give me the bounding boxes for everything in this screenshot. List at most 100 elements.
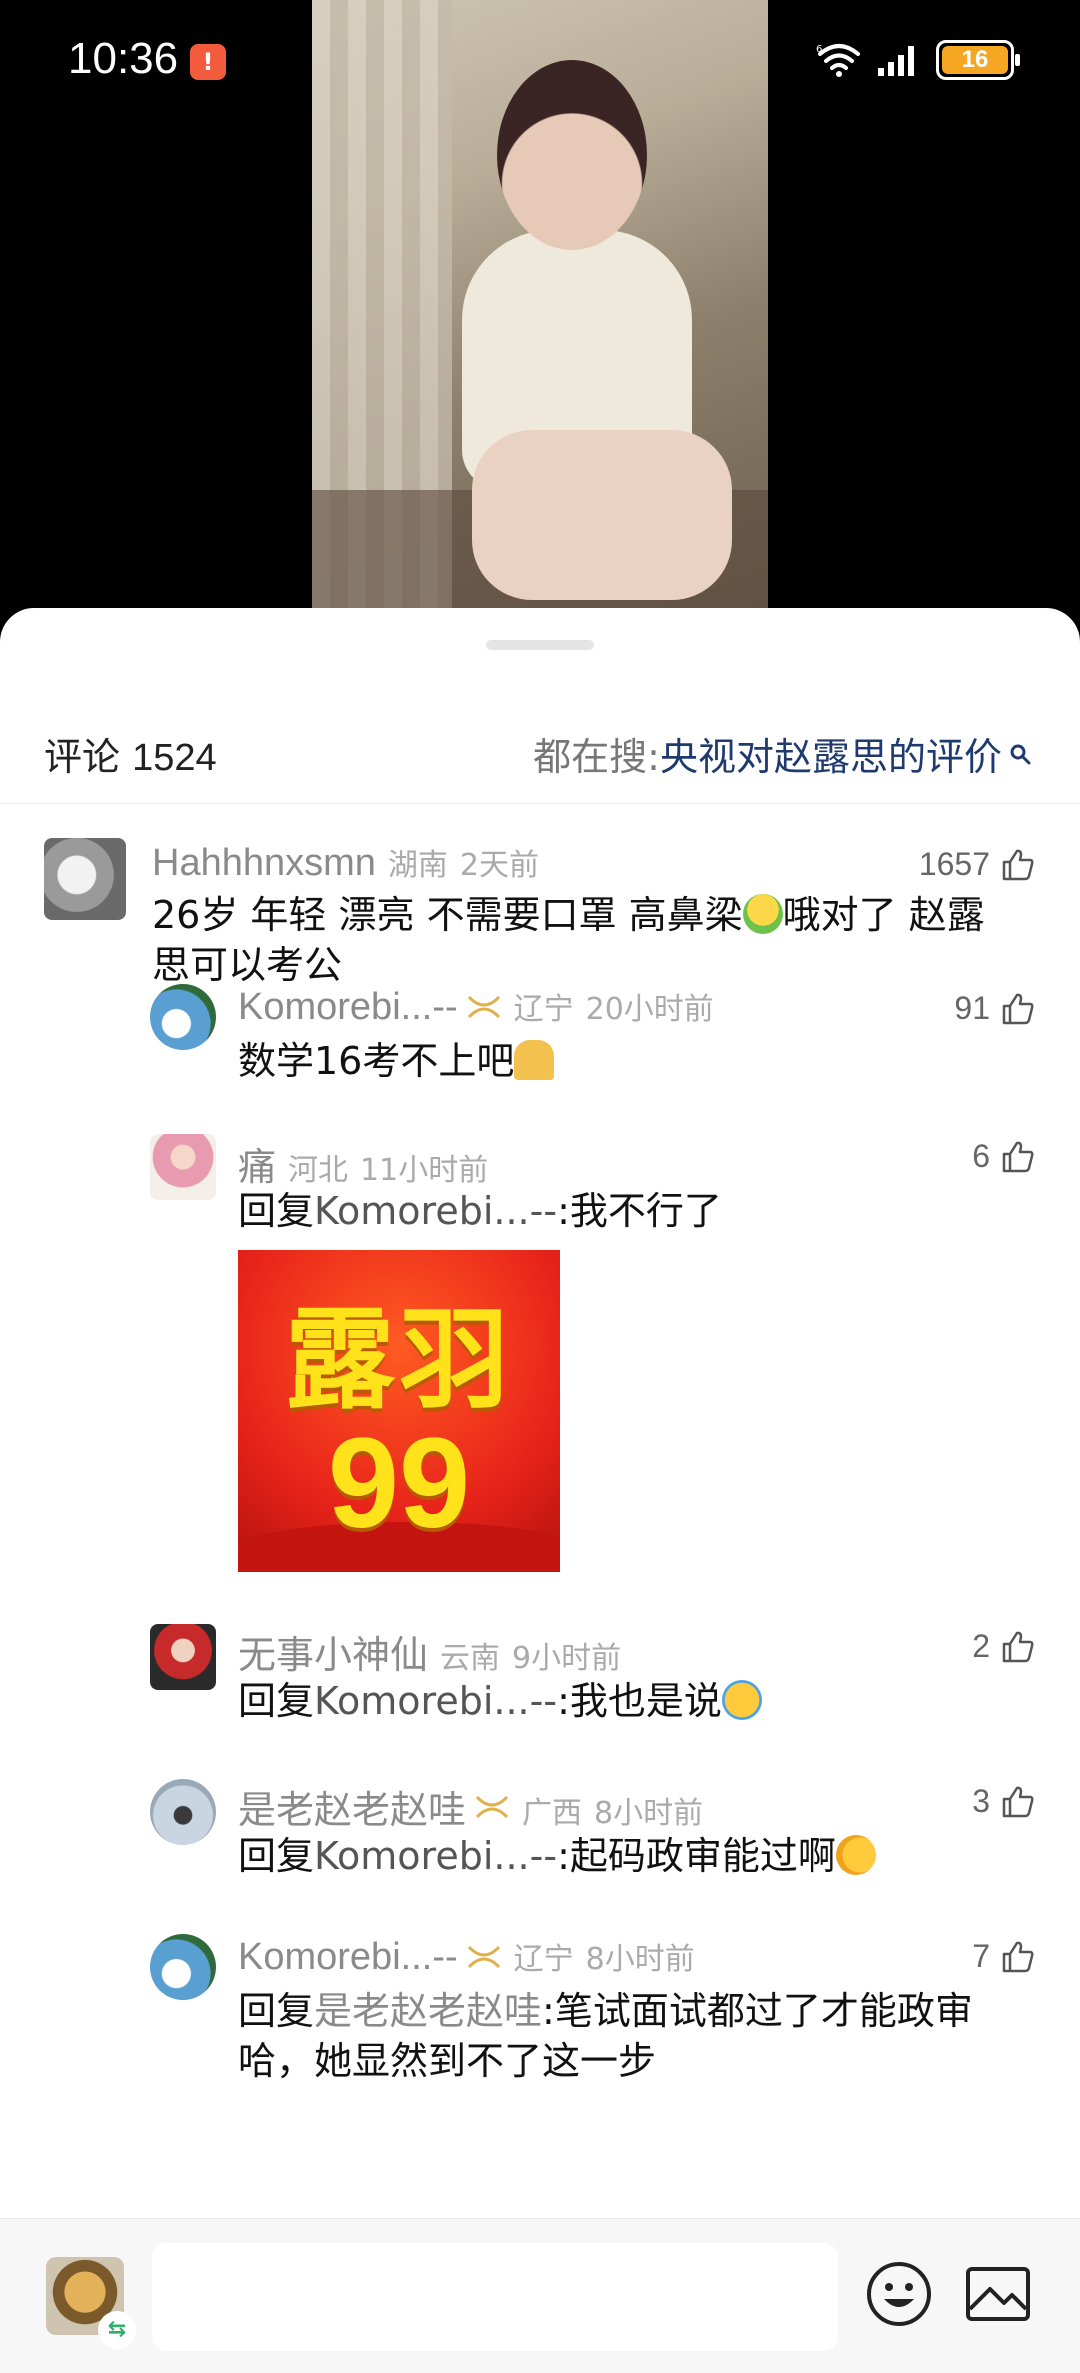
reply-target[interactable]: Komorebi...-- (314, 1834, 557, 1878)
comment-text-part: 26岁 年轻 漂亮 不需要口罩 高鼻梁 (152, 893, 743, 937)
drag-handle[interactable] (486, 640, 594, 650)
salute-emoji-icon (835, 1835, 876, 1875)
comment-count: 评论 1524 (44, 726, 217, 781)
username[interactable]: Hahhhnxsmn (152, 842, 376, 885)
reply-target[interactable]: Komorebi...-- (314, 1189, 557, 1233)
figure-legs (472, 430, 732, 600)
comment-text: 回复Komorebi...--:起码政审能过啊 (238, 1831, 876, 1881)
signal-icon (878, 46, 914, 76)
thumbs-up-icon (1002, 1631, 1034, 1662)
vip-badge-icon (467, 1945, 500, 1968)
reply-target[interactable]: Komorebi...-- (314, 1679, 557, 1723)
username[interactable]: 痛 (238, 1136, 276, 1191)
comment-text: 回复Komorebi...--:我也是说 (238, 1676, 762, 1726)
avatar[interactable] (44, 838, 126, 920)
image-icon[interactable] (962, 2259, 1034, 2329)
location: 云南 (440, 1641, 501, 1676)
comment-text-part: 哦对了 赵露 (782, 893, 985, 937)
comment-meta: 无事小神仙 云南 9小时前 (238, 1624, 621, 1679)
svg-text:6: 6 (816, 44, 822, 55)
comment-text-part: 哈，她显然到不了这一步 (238, 2039, 657, 2083)
comments-title: 评论 (44, 735, 121, 779)
pray-emoji-icon (514, 1040, 555, 1080)
timestamp: 9小时前 (512, 1641, 622, 1676)
reply-item: 痛 河北 11小时前 6 回复Komorebi...--:我不行了 露羽 99 (0, 1128, 1080, 1572)
comment-sheet: 评论 1524 都在搜: 央视对赵露思的评价 Hahhhnxsmn 湖南 2天前… (0, 608, 1080, 2373)
sticker-text-top: 露羽 (285, 1296, 513, 1424)
comment-input-bar: ⇆ (0, 2218, 1080, 2373)
switch-account-icon[interactable]: ⇆ (98, 2311, 136, 2349)
status-bar: 10:36 ! 6 16 (0, 30, 1080, 96)
comment-meta: Hahhhnxsmn 湖南 2天前 (152, 840, 539, 885)
thumbs-up-icon (1002, 1786, 1034, 1817)
comment-meta: Komorebi...-- 辽宁 8小时前 (238, 1934, 695, 1979)
comment-text: 回复是老赵老赵哇:笔试面试都过了才能政审 哈，她显然到不了这一步 (238, 1986, 1038, 2086)
status-icons: 6 16 (816, 40, 1020, 80)
comment-text-part: 数学16考不上吧 (238, 1039, 515, 1083)
username[interactable]: 无事小神仙 (238, 1624, 428, 1679)
location: 广西 (522, 1796, 583, 1831)
reply-prefix: 回复 (238, 1679, 315, 1723)
location: 辽宁 (513, 992, 574, 1027)
timestamp: 20小时前 (585, 992, 714, 1027)
status-time: 10:36 (68, 34, 179, 83)
like-count: 91 (954, 990, 990, 1026)
video-player[interactable] (0, 0, 1080, 640)
like-button[interactable]: 2 (972, 1628, 1036, 1665)
comment-text-part: :我不行了 (557, 1189, 722, 1233)
comment-input[interactable] (152, 2243, 838, 2351)
timestamp: 8小时前 (585, 1942, 695, 1977)
location: 湖南 (387, 848, 448, 883)
like-count: 7 (972, 1938, 990, 1974)
reply-prefix: 回复 (238, 1834, 315, 1878)
emoji-icon[interactable] (864, 2259, 934, 2329)
avatar[interactable] (150, 1779, 216, 1845)
comments-header: 评论 1524 都在搜: 央视对赵露思的评价 (0, 708, 1080, 804)
comment-text: 回复Komorebi...--:我不行了 (238, 1186, 722, 1236)
reply-item: 无事小神仙 云南 9小时前 2 回复Komorebi...--:我也是说 (0, 1618, 1080, 1738)
like-button[interactable]: 1657 (919, 846, 1036, 883)
search-icon (1010, 744, 1031, 764)
username[interactable]: 是老赵老赵哇 (238, 1779, 466, 1834)
comment-meta: 是老赵老赵哇 广西 8小时前 (238, 1779, 703, 1834)
battery-level: 16 (961, 46, 989, 73)
search-query: 央视对赵露思的评价 (659, 735, 1002, 779)
reply-prefix: 回复 (238, 1989, 315, 2033)
battery-icon: 16 (936, 40, 1020, 80)
comments-total: 1524 (132, 737, 217, 779)
reply-prefix: 回复 (238, 1189, 315, 1233)
thumbs-up-icon (1002, 1141, 1034, 1172)
avatar[interactable] (150, 1934, 216, 2000)
timestamp: 11小时前 (360, 1153, 489, 1188)
reply-item: 是老赵老赵哇 广西 8小时前 3 回复Komorebi...--:起码政审能过啊 (0, 1773, 1080, 1893)
like-count: 6 (972, 1138, 990, 1174)
thumbs-up-icon (1002, 849, 1034, 880)
comment-meta: Komorebi...-- 辽宁 20小时前 (238, 984, 714, 1029)
avatar[interactable] (150, 984, 216, 1050)
vip-badge-icon (467, 995, 500, 1018)
location: 辽宁 (513, 1942, 574, 1977)
vip-badge-icon (475, 1795, 509, 1818)
laugh-cry-emoji-icon (721, 1680, 762, 1720)
like-button[interactable]: 6 (972, 1138, 1036, 1175)
reply-target[interactable]: 是老赵老赵哇 (314, 1989, 542, 2033)
username[interactable]: Komorebi...-- (238, 986, 458, 1029)
comment-item: Hahhhnxsmn 湖南 2天前 1657 26岁 年轻 漂亮 不需要口罩 高… (0, 828, 1080, 987)
username[interactable]: Komorebi...-- (238, 1936, 458, 1979)
like-button[interactable]: 91 (954, 990, 1036, 1027)
avatar[interactable] (150, 1134, 216, 1200)
like-button[interactable]: 7 (972, 1938, 1036, 1975)
thumbs-up-icon (1002, 1941, 1034, 1972)
like-button[interactable]: 3 (972, 1783, 1036, 1820)
location: 河北 (288, 1153, 349, 1188)
alert-icon: ! (190, 44, 226, 80)
avatar[interactable] (150, 1624, 216, 1690)
timestamp: 2天前 (459, 848, 539, 883)
wifi-icon: 6 (816, 44, 860, 77)
hug-emoji-icon (742, 894, 783, 934)
like-count: 1657 (918, 846, 990, 882)
trending-search-link[interactable]: 都在搜: 央视对赵露思的评价 (533, 726, 1032, 781)
like-count: 3 (972, 1783, 990, 1819)
sticker-image[interactable]: 露羽 99 (238, 1250, 560, 1572)
comment-text-part: :我也是说 (557, 1679, 722, 1723)
